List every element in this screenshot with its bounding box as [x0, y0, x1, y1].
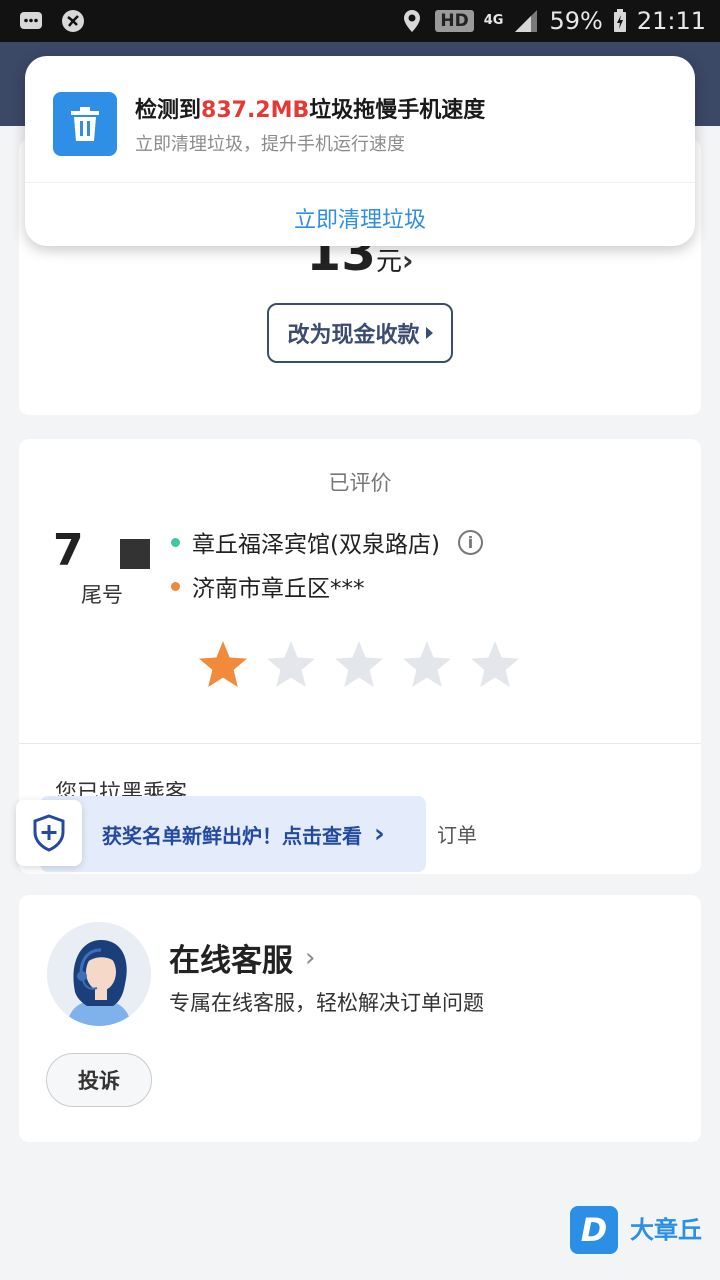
info-icon[interactable]: i [457, 529, 483, 555]
chevron-right-icon: › [305, 942, 316, 973]
notification-title-suffix: 垃圾拖慢手机速度 [309, 98, 486, 123]
star-icon[interactable] [197, 639, 249, 691]
destination-dot-icon [171, 581, 180, 591]
service-subtitle: 专属在线客服，轻松解决订单问题 [169, 991, 484, 1015]
promo-banner[interactable]: 获奖名单新鲜出炉！点击查看 › [40, 796, 426, 872]
destination-address: 济南市章丘区*** [171, 569, 365, 603]
junk-size: 837.2MB [201, 98, 310, 123]
star-icon[interactable] [265, 639, 317, 691]
order-text: 订单 [437, 823, 477, 847]
service-title: 在线客服 [169, 943, 293, 979]
rating-status: 已评价 [328, 471, 392, 495]
online-service-link[interactable]: 在线客服 › [169, 935, 315, 980]
status-bar: HD 4G 59% 21:11 [0, 0, 720, 42]
notification-subtitle: 立即清理垃圾，提升手机运行速度 [135, 134, 405, 155]
chevron-right-icon: › [374, 819, 385, 849]
star-icon[interactable] [333, 639, 385, 691]
notification-title: 检测到837.2MB垃圾拖慢手机速度 [135, 92, 485, 124]
clean-now-button[interactable]: 立即清理垃圾 [25, 202, 695, 234]
cash-button-label: 改为现金收款 [287, 323, 420, 348]
pickup-address: 章丘福泽宾馆(双泉路店) i [171, 525, 483, 559]
trash-icon [53, 92, 117, 156]
divider [25, 182, 695, 183]
watermark-text: 大章丘 [630, 1216, 702, 1244]
destination-text: 济南市章丘区*** [192, 576, 365, 602]
watermark-logo: D [570, 1206, 618, 1254]
redaction-block [120, 539, 150, 569]
network-type: 4G [483, 13, 504, 28]
message-icon [20, 12, 42, 29]
divider [19, 743, 701, 744]
sync-icon [62, 10, 84, 32]
clock: 21:11 [636, 7, 706, 35]
pickup-text: 章丘福泽宾馆(双泉路店) [192, 532, 440, 558]
service-agent-avatar [47, 922, 151, 1026]
hd-badge: HD [435, 10, 474, 32]
passenger-tail-number: 7 [53, 525, 84, 576]
chevron-right-icon: › [402, 244, 414, 277]
switch-to-cash-button[interactable]: 改为现金收款 [267, 303, 453, 363]
signal-icon [515, 10, 538, 32]
fare-unit: 元 [376, 247, 403, 277]
pickup-dot-icon [171, 537, 180, 547]
tail-number-label: 尾号 [81, 583, 123, 607]
cleanup-notification[interactable]: 检测到837.2MB垃圾拖慢手机速度 立即清理垃圾，提升手机运行速度 立即清理垃… [25, 56, 695, 246]
triangle-right-icon [425, 327, 433, 339]
complaint-button[interactable]: 投诉 [46, 1053, 152, 1107]
location-icon [404, 10, 421, 32]
customer-service-card: 在线客服 › 专属在线客服，轻松解决订单问题 投诉 [19, 895, 701, 1142]
notification-title-prefix: 检测到 [135, 98, 202, 123]
star-icon[interactable] [401, 639, 453, 691]
shield-plus-icon[interactable] [16, 800, 82, 866]
battery-percent: 59% [549, 7, 603, 35]
site-watermark: D 大章丘 [570, 1206, 702, 1254]
promo-text: 获奖名单新鲜出炉！点击查看 [102, 823, 362, 848]
star-icon[interactable] [469, 639, 521, 691]
battery-icon [613, 9, 626, 32]
star-rating [197, 639, 521, 691]
